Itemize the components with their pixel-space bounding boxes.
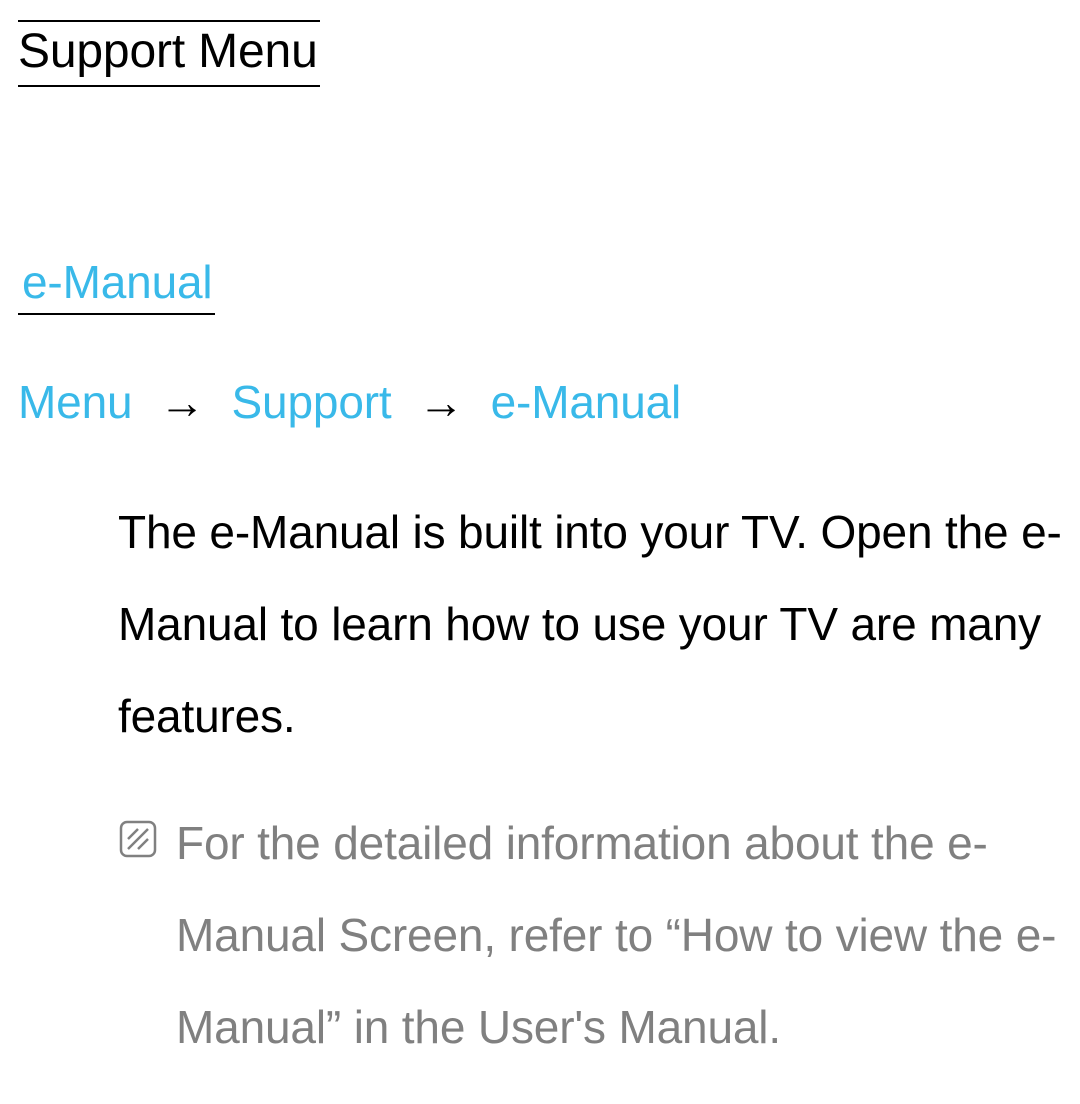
- arrow-right-icon: →: [418, 376, 464, 428]
- note-icon: [118, 819, 158, 864]
- breadcrumb-item-menu: Menu: [18, 376, 132, 428]
- note-text: For the detailed information about the e…: [176, 797, 1062, 1073]
- breadcrumb-item-emanual: e-Manual: [491, 376, 682, 428]
- section-title: e-Manual: [18, 257, 215, 316]
- arrow-right-icon: →: [159, 376, 205, 428]
- breadcrumb: Menu → Support → e-Manual: [18, 375, 1062, 430]
- note-block: For the detailed information about the e…: [18, 797, 1062, 1073]
- breadcrumb-item-support: Support: [232, 376, 392, 428]
- page-title: Support Menu: [18, 20, 320, 87]
- body-text: The e-Manual is built into your TV. Open…: [18, 486, 1062, 762]
